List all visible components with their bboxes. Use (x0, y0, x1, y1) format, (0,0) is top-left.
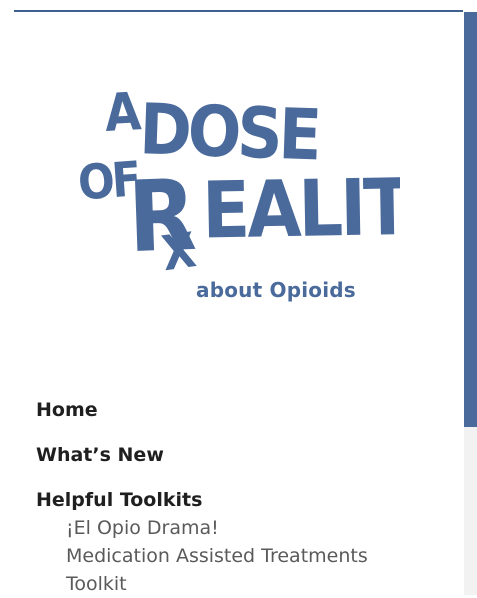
nav-home[interactable]: Home (36, 396, 456, 424)
logo-letter-a: A (103, 82, 142, 144)
top-divider (14, 10, 463, 12)
nav-sub-el-opio-drama[interactable]: ¡El Opio Drama! (66, 514, 456, 542)
nav-sub-mat-line1[interactable]: Medication Assisted Treatments (66, 542, 456, 570)
scrollbar-thumb[interactable] (464, 12, 477, 427)
logo-subtitle: about Opioids (196, 278, 356, 302)
nav-whats-new[interactable]: What’s New (36, 441, 456, 469)
logo-word-eality: EALITY (201, 162, 400, 256)
main-nav: Home What’s New Helpful Toolkits ¡El Opi… (36, 396, 456, 598)
nav-sub-mat-line2[interactable]: Toolkit (66, 570, 456, 598)
nav-helpful-toolkits[interactable]: Helpful Toolkits (36, 486, 456, 514)
